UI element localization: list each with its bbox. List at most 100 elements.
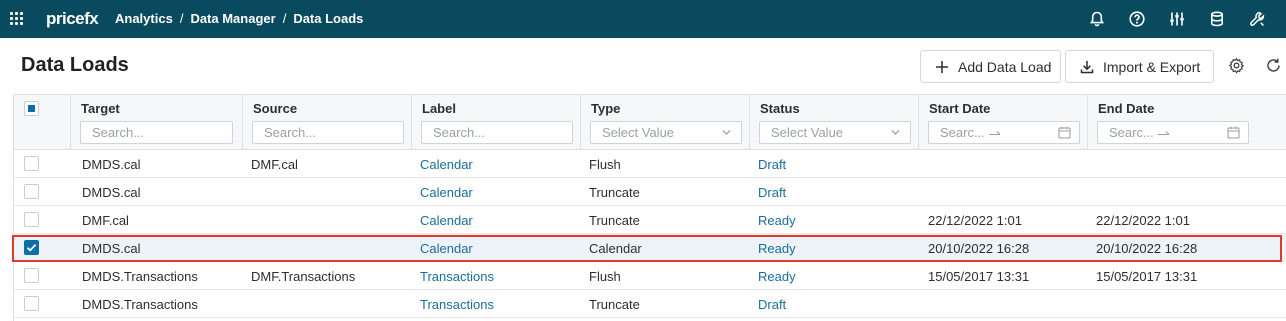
table-row[interactable]: DMDS.cal DMF.cal Calendar Flush Draft	[14, 150, 1286, 178]
end-date-filter-placeholder: Searc...	[1109, 125, 1154, 140]
table-row[interactable]: DMDS.cal Calendar Truncate Draft	[14, 178, 1286, 206]
column-target[interactable]: Target Search...	[71, 95, 243, 150]
help-icon[interactable]	[1128, 10, 1146, 28]
cell-label-link[interactable]: Calendar	[420, 213, 473, 228]
row-checkbox[interactable]	[24, 268, 39, 283]
calendar-icon[interactable]	[1227, 126, 1240, 139]
column-source[interactable]: Source Search...	[243, 95, 412, 150]
top-bar: pricefx Analytics / Data Manager / Data Load…	[0, 0, 1286, 38]
column-end-date-label: End Date	[1098, 101, 1155, 116]
download-icon	[1080, 60, 1094, 73]
add-data-load-button[interactable]: Add Data Load	[920, 50, 1061, 83]
cell-label-link[interactable]: Calendar	[420, 157, 473, 172]
select-all-header	[14, 95, 71, 150]
start-date-filter-placeholder: Searc...	[940, 125, 985, 140]
column-type-label: Type	[591, 101, 621, 116]
cell-target: DMDS.Transactions	[82, 269, 198, 284]
plus-icon	[936, 60, 948, 73]
row-checkbox[interactable]	[24, 184, 39, 199]
table-row[interactable]: DMF.cal Calendar Truncate Ready 22/12/20…	[14, 206, 1286, 234]
range-arrow-icon	[989, 131, 1001, 136]
cell-label-link[interactable]: Calendar	[420, 185, 473, 200]
app-launcher-icon[interactable]	[10, 12, 24, 26]
start-date-filter[interactable]: Searc...	[928, 121, 1080, 144]
table-header: Target Search... Source Search... Label …	[14, 95, 1286, 150]
column-label-label: Label	[422, 101, 456, 116]
cell-end-date: 20/10/2022 16:28	[1096, 241, 1198, 256]
column-status[interactable]: Status Select Value	[750, 95, 919, 150]
data-loads-table: Target Search... Source Search... Label …	[13, 94, 1286, 321]
cell-type: Calendar	[589, 241, 642, 256]
column-label[interactable]: Label Search...	[412, 95, 581, 150]
column-source-label: Source	[253, 101, 298, 116]
refresh-icon[interactable]	[1265, 57, 1282, 74]
database-icon[interactable]	[1208, 10, 1226, 28]
add-data-load-label: Add Data Load	[958, 58, 1052, 75]
cell-type: Truncate	[589, 185, 640, 200]
row-checkbox[interactable]	[24, 156, 39, 171]
cell-status: Draft	[758, 185, 787, 200]
status-filter-value: Select Value	[771, 125, 844, 140]
chevron-down-icon	[891, 130, 900, 135]
column-start-date[interactable]: Start Date Searc...	[919, 95, 1088, 150]
column-type[interactable]: Type Select Value	[581, 95, 750, 150]
cell-target: DMDS.cal	[82, 157, 141, 172]
type-filter-value: Select Value	[602, 125, 675, 140]
type-filter-select[interactable]: Select Value	[590, 121, 742, 144]
target-filter-input[interactable]: Search...	[80, 121, 233, 144]
import-export-label: Import & Export	[1103, 58, 1201, 75]
cell-start-date: 20/10/2022 16:28	[928, 241, 1030, 256]
cell-start-date: 15/05/2017 13:31	[928, 269, 1030, 284]
column-end-date[interactable]: End Date Searc...	[1088, 95, 1286, 150]
cell-end-date: 15/05/2017 13:31	[1096, 269, 1198, 284]
chevron-down-icon	[722, 130, 731, 135]
page-title: Data Loads	[21, 54, 129, 76]
column-start-date-label: Start Date	[929, 101, 991, 116]
cell-status: Ready	[758, 213, 796, 228]
cell-status: Ready	[758, 269, 796, 284]
cell-label-link[interactable]: Transactions	[420, 269, 494, 284]
import-export-button[interactable]: Import & Export	[1065, 50, 1214, 83]
row-checkbox[interactable]	[24, 296, 39, 311]
source-filter-input[interactable]: Search...	[252, 121, 404, 144]
row-checkbox[interactable]	[24, 240, 39, 255]
breadcrumb-data-loads: Data Loads	[293, 11, 364, 26]
column-target-label: Target	[81, 101, 120, 116]
column-status-label: Status	[760, 101, 800, 116]
cell-target: DMDS.Transactions	[82, 297, 198, 312]
range-arrow-icon	[1158, 131, 1170, 136]
cell-start-date: 22/12/2022 1:01	[928, 213, 1022, 228]
table-row-selected[interactable]: DMDS.cal Calendar Calendar Ready 20/10/2…	[14, 234, 1286, 262]
cell-type: Truncate	[589, 297, 640, 312]
cell-end-date: 22/12/2022 1:01	[1096, 213, 1190, 228]
breadcrumb-data-manager[interactable]: Data Manager	[190, 11, 275, 26]
calendar-icon[interactable]	[1058, 126, 1071, 139]
end-date-filter[interactable]: Searc...	[1097, 121, 1249, 144]
cell-label-link[interactable]: Calendar	[420, 241, 473, 256]
status-filter-select[interactable]: Select Value	[759, 121, 911, 144]
cell-target: DMDS.cal	[82, 185, 141, 200]
cell-type: Flush	[589, 157, 621, 172]
select-all-checkbox[interactable]	[24, 101, 39, 116]
sliders-icon[interactable]	[1168, 10, 1186, 28]
table-row[interactable]: DMDS.Transactions Transactions Truncate …	[14, 290, 1286, 318]
breadcrumb-analytics[interactable]: Analytics	[115, 11, 173, 26]
wrench-icon[interactable]	[1248, 10, 1266, 28]
cell-status: Ready	[758, 241, 796, 256]
cell-type: Flush	[589, 269, 621, 284]
cell-source: DMF.Transactions	[251, 269, 356, 284]
checkmark-icon	[26, 243, 37, 252]
cell-target: DMDS.cal	[82, 241, 141, 256]
cell-status: Draft	[758, 157, 787, 172]
pricefx-logo[interactable]: pricefx	[46, 9, 99, 29]
breadcrumb: Analytics / Data Manager / Data Loads	[115, 11, 364, 26]
row-checkbox[interactable]	[24, 212, 39, 227]
gear-icon[interactable]	[1228, 57, 1245, 74]
cell-status: Draft	[758, 297, 787, 312]
cell-target: DMF.cal	[82, 213, 129, 228]
cell-source: DMF.cal	[251, 157, 298, 172]
bell-icon[interactable]	[1088, 10, 1106, 28]
table-row[interactable]: DMDS.Transactions DMF.Transactions Trans…	[14, 262, 1286, 290]
label-filter-input[interactable]: Search...	[421, 121, 573, 144]
cell-label-link[interactable]: Transactions	[420, 297, 494, 312]
